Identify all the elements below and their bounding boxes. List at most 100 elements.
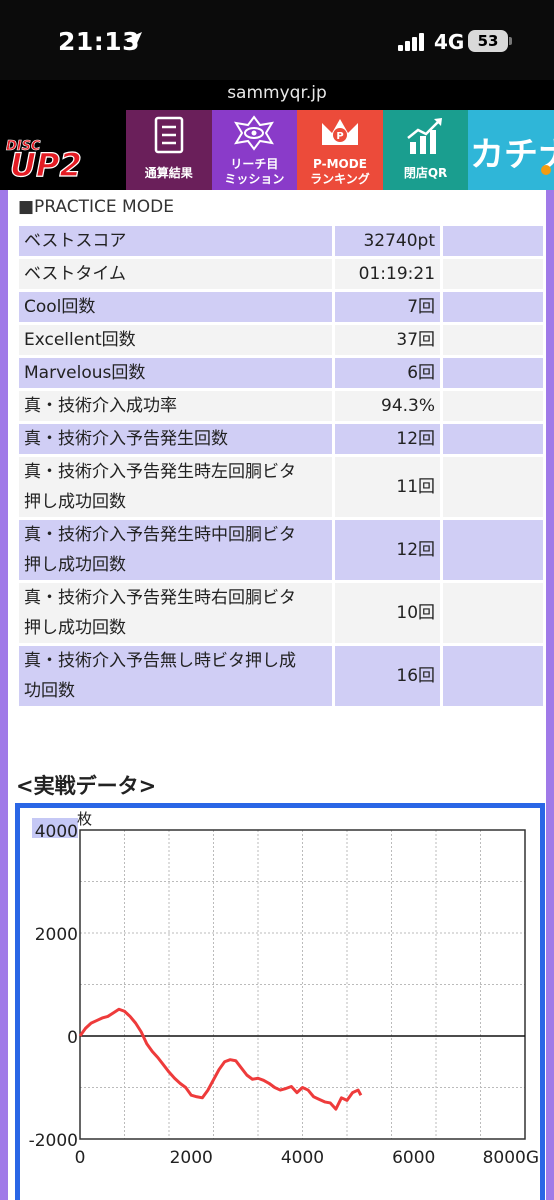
stat-extra [443, 226, 543, 256]
battery-cap [509, 37, 512, 45]
stat-value: 37回 [335, 325, 441, 355]
nav-total-results[interactable]: 通算結果 [126, 110, 212, 190]
battle-data-title: <実戦データ> [16, 774, 157, 798]
y-tick-label: 4000 [35, 822, 78, 842]
table-row: 真・技術介入予告発生時中回胴ビタ 押し成功回数 12回 [19, 520, 543, 580]
stat-extra [443, 583, 543, 643]
x-tick-label: 6000 [392, 1148, 435, 1168]
svg-text:P: P [336, 131, 343, 142]
logo-up2-text: UP2 [10, 146, 82, 184]
practice-mode-title: ■PRACTICE MODE [18, 197, 174, 217]
y-tick-label: 0 [67, 1028, 78, 1048]
list-document-icon [154, 116, 184, 154]
main-content: ■PRACTICE MODE ベストスコア 32740pt ベストタイム 01:… [8, 190, 546, 1200]
stat-label-line-1: 真・技術介入予告無し時ビタ押し成 [24, 651, 296, 671]
stat-extra [443, 457, 543, 517]
stat-value: 01:19:21 [335, 259, 441, 289]
location-arrow-icon [124, 32, 142, 50]
nav-total-results-label: 通算結果 [144, 166, 193, 180]
kachinavi-logo: カチナビ [470, 135, 554, 175]
stat-extra [443, 391, 543, 421]
stat-extra [443, 646, 543, 706]
battery-icon: 53 [468, 30, 508, 52]
table-row: Marvelous回数 6回 [19, 358, 543, 388]
table-row: 真・技術介入予告発生時左回胴ビタ 押し成功回数 11回 [19, 457, 543, 517]
chart-svg: 400020000-2000枚0 2000 4000 6000 8000G [29, 810, 539, 1168]
table-row: ベストタイム 01:19:21 [19, 259, 543, 289]
nav-pmode-ranking[interactable]: P P-MODE ランキング [297, 110, 383, 190]
stat-value: 16回 [335, 646, 441, 706]
stat-label: 真・技術介入予告発生回数 [19, 424, 333, 454]
x-tick-label: 0 [75, 1148, 86, 1168]
nav-closing-qr-label: 閉店QR [403, 166, 448, 180]
x-tick-label: 4000 [281, 1148, 324, 1168]
address-bar[interactable]: sammyqr.jp [0, 80, 554, 110]
stat-extra [443, 358, 543, 388]
table-row: Cool回数 7回 [19, 292, 543, 322]
stat-value: 94.3% [335, 391, 441, 421]
status-bar: 21:13 4G 53 [0, 0, 554, 80]
stat-label-line-1: 真・技術介入予告発生時右回胴ビタ [24, 588, 296, 608]
table-row: 真・技術介入予告無し時ビタ押し成 功回数 16回 [19, 646, 543, 706]
stat-label-line-1: 真・技術介入予告発生時中回胴ビタ [24, 525, 296, 545]
stat-extra [443, 292, 543, 322]
crown-icon: P [321, 119, 358, 145]
y-tick-label: -2000 [29, 1131, 78, 1151]
stat-label: 真・技術介入予告発生時右回胴ビタ 押し成功回数 [19, 583, 333, 643]
stat-label: 真・技術介入成功率 [19, 391, 333, 421]
stat-label: Cool回数 [19, 292, 333, 322]
eye-emblem-icon [234, 115, 275, 151]
kachinavi-text: カチナビ [470, 135, 554, 175]
table-row: 真・技術介入予告発生時右回胴ビタ 押し成功回数 10回 [19, 583, 543, 643]
rising-bar-chart-icon [406, 118, 442, 154]
stat-label: Marvelous回数 [19, 358, 333, 388]
stat-label-line-2: 押し成功回数 [24, 555, 126, 575]
stat-value: 7回 [335, 292, 441, 322]
stat-label: Excellent回数 [19, 325, 333, 355]
table-row: Excellent回数 37回 [19, 325, 543, 355]
stat-value: 11回 [335, 457, 441, 517]
network-type: 4G [434, 30, 465, 54]
y-tick-label: 2000 [35, 925, 78, 945]
stat-label-line-2: 功回数 [24, 681, 75, 701]
table-row: 真・技術介入成功率 94.3% [19, 391, 543, 421]
stat-label: 真・技術介入予告発生時中回胴ビタ 押し成功回数 [19, 520, 333, 580]
stat-extra [443, 520, 543, 580]
stat-label: ベストタイム [19, 259, 333, 289]
nav-reach-mission[interactable]: リーチ目 ミッション [211, 110, 298, 190]
nav-reach-label-1: リーチ目 [230, 157, 279, 171]
stat-value: 10回 [335, 583, 441, 643]
x-tick-label: 8000G [483, 1148, 539, 1168]
plot-frame [79, 829, 526, 1140]
disc-up2-logo[interactable]: DISC UP2 [0, 110, 126, 190]
stat-extra [443, 259, 543, 289]
stat-value: 12回 [335, 424, 441, 454]
stat-label-line-2: 押し成功回数 [24, 492, 126, 512]
stat-extra [443, 325, 543, 355]
stat-label-line-2: 押し成功回数 [24, 618, 126, 638]
stat-label: 真・技術介入予告発生時左回胴ビタ 押し成功回数 [19, 457, 333, 517]
x-tick-label: 2000 [170, 1148, 213, 1168]
table-row: 真・技術介入予告発生回数 12回 [19, 424, 543, 454]
logo-graphic: DISC UP2 [6, 139, 83, 185]
stat-value: 12回 [335, 520, 441, 580]
cellular-signal-icon [398, 33, 428, 51]
battle-data-chart: 4000 2000 0 -2000 枚 0 2000 4000 6000 8000G [15, 803, 545, 1200]
table-row: ベストスコア 32740pt [19, 226, 543, 256]
stat-label: ベストスコア [19, 226, 333, 256]
page-background: ■PRACTICE MODE ベストスコア 32740pt ベストタイム 01:… [0, 190, 554, 1200]
nav-closing-qr[interactable]: 閉店QR [382, 110, 469, 190]
stat-extra [443, 424, 543, 454]
stat-value: 6回 [335, 358, 441, 388]
stat-label: 真・技術介入予告無し時ビタ押し成 功回数 [19, 646, 333, 706]
practice-stats-table: ベストスコア 32740pt ベストタイム 01:19:21 Cool回数 7回… [16, 223, 546, 709]
nav-pmode-label-1: P-MODE [313, 157, 367, 171]
nav-pmode-label-2: ランキング [310, 172, 370, 186]
top-nav: DISC UP2 通算結果 リーチ目 ミッション P P-MODE ランキング [0, 110, 554, 190]
y-axis-label: 枚 [77, 810, 92, 828]
stat-label-line-1: 真・技術介入予告発生時左回胴ビタ [24, 462, 296, 482]
stat-value: 32740pt [335, 226, 441, 256]
nav-kachinavi[interactable]: カチナビ [468, 110, 554, 190]
nav-reach-label-2: ミッション [224, 172, 285, 186]
series-line [78, 1007, 363, 1111]
